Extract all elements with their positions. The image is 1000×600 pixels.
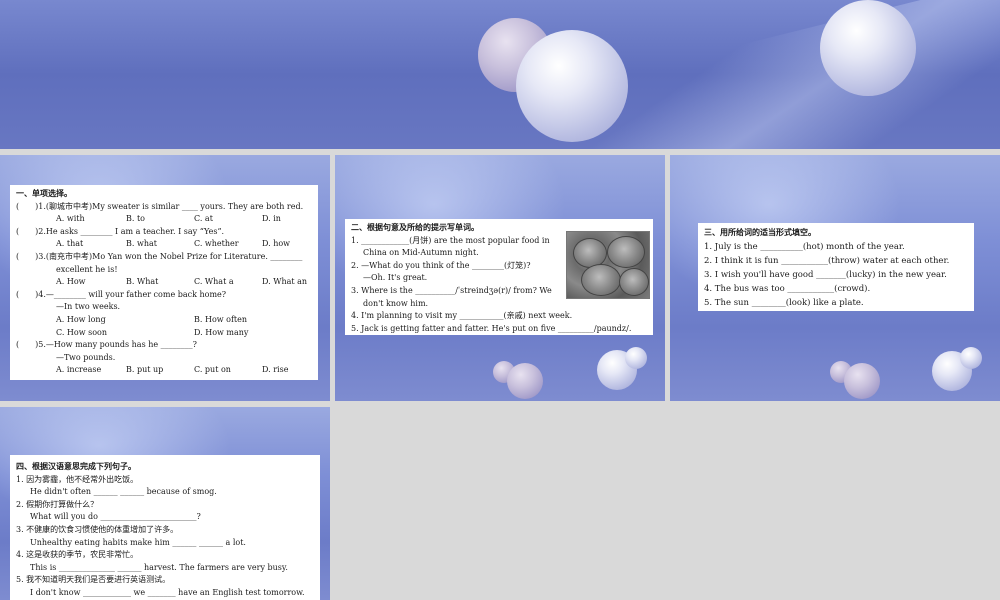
options-1: A. with B. to C. at D. in [16, 213, 312, 226]
section4-heading: 四、根据汉语意思完成下列句子。 [16, 462, 136, 471]
exercise-slide-4: 四、根据汉语意思完成下列句子。 1. 因为雾霾，他不经常外出吃饭。 He did… [0, 407, 330, 600]
s4-line-6: Unhealthy eating habits make him ______ … [30, 537, 246, 547]
s4-line-1: 1. 因为雾霾，他不经常外出吃饭。 [16, 474, 139, 484]
section2-card: 二、根据句意及所给的提示写单词。 1. ____________(月饼) are… [345, 219, 653, 335]
section4-card: 四、根据汉语意思完成下列句子。 1. 因为雾霾，他不经常外出吃饭。 He did… [10, 455, 320, 600]
option-c: C. at [194, 214, 213, 224]
sphere-decoration [960, 347, 982, 369]
s2-line-5: 3. Where is the __________/ˈstreindʒə(r)… [351, 285, 552, 295]
sphere-decoration-front [516, 30, 628, 142]
s2-line-2: China on Mid-Autumn night. [363, 248, 479, 258]
option-b: B. What [126, 277, 159, 287]
sphere-decoration-right [820, 0, 916, 96]
s4-line-2: He didn't often ______ ______ because of… [30, 487, 217, 497]
question-5-cont: —Two pounds. [56, 352, 116, 362]
s2-line-4: —Oh. It's great. [363, 273, 428, 283]
option-d: D. how [262, 239, 291, 249]
s2-line-6: don't know him. [363, 298, 429, 308]
option-a: A. increase [56, 365, 102, 375]
s2-line-8: 5. Jack is getting fatter and fatter. He… [351, 323, 632, 333]
question-5: ( )5.—How many pounds has he ________? [16, 339, 312, 352]
answer-paren[interactable]: ( ) [16, 227, 38, 236]
option-c: C. whether [194, 239, 239, 249]
option-c: C. What a [194, 277, 234, 287]
question-source: (聊城市中考) [45, 201, 93, 211]
s4-line-5: 3. 不健康的饮食习惯使他的体重增加了许多。 [16, 524, 179, 534]
option-b: B. How often [194, 314, 248, 324]
s2-line-1: 1. ____________(月饼) are the most popular… [351, 235, 550, 245]
question-4: ( )4.—________ will your father come bac… [16, 289, 312, 302]
option-b: B. what [126, 239, 157, 249]
s4-line-7: 4. 这是收获的季节，农民非常忙。 [16, 550, 139, 560]
answer-paren[interactable]: ( ) [16, 252, 38, 261]
question-source: (南充市中考) [45, 251, 93, 261]
sphere-decoration [625, 347, 647, 369]
question-4-cont: —In two weeks. [56, 302, 121, 312]
options-2: A. that B. what C. whether D. how [16, 238, 312, 251]
section1-heading: 一、单项选择。 [16, 189, 72, 198]
question-text: —How many pounds has he ________? [45, 340, 197, 350]
question-text: Mo Yan won the Nobel Prize for Literatur… [92, 251, 303, 261]
question-number: 5. [38, 340, 46, 350]
question-number: 4. [38, 289, 46, 299]
option-d: D. rise [262, 365, 289, 375]
question-number: 1. [38, 201, 46, 211]
option-d: D. What an [262, 277, 308, 287]
exercise-slide-3: 三、用所给词的适当形式填空。 1. July is the __________… [670, 155, 1000, 401]
section3-heading: 三、用所给词的适当形式填空。 [704, 228, 816, 237]
s3-line-4: 4. The bus was too ___________(crowd). [704, 284, 871, 294]
question-text: —________ will your father come back hom… [45, 289, 227, 299]
options-3: A. How B. What C. What a D. What an [16, 276, 312, 289]
section1-card: 一、单项选择。 ( )1.(聊城市中考)My sweater is simila… [10, 185, 318, 380]
question-number: 2. [38, 226, 46, 236]
options-4a: A. How long B. How often [16, 314, 312, 327]
s4-line-9: 5. 我不知道明天我们是否要进行英语测试。 [16, 575, 171, 585]
option-a: A. How [56, 277, 86, 287]
answer-paren[interactable]: ( ) [16, 290, 38, 299]
answer-paren[interactable]: ( ) [16, 202, 38, 211]
exercise-slide-1: 一、单项选择。 ( )1.(聊城市中考)My sweater is simila… [0, 155, 330, 401]
option-d: D. How many [194, 327, 249, 337]
answer-paren[interactable]: ( ) [16, 340, 38, 349]
s3-line-1: 1. July is the __________(hot) month of … [704, 242, 905, 252]
s4-line-4: What will you do _______________________… [30, 512, 201, 522]
option-d: D. in [262, 214, 281, 224]
options-5: A. increase B. put up C. put on D. rise [16, 364, 312, 377]
sphere-decoration [844, 363, 880, 399]
s3-line-3: 3. I wish you'll have good _______(lucky… [704, 270, 947, 280]
s4-line-3: 2. 假期你打算做什么？ [16, 499, 99, 509]
sphere-decoration [507, 363, 543, 399]
option-a: A. How long [56, 314, 106, 324]
s3-line-5: 5. The sun ________(look) like a plate. [704, 298, 864, 308]
s3-line-2: 2. I think it is fun ___________(throw) … [704, 256, 950, 266]
question-3: ( )3.(南充市中考)Mo Yan won the Nobel Prize f… [16, 251, 312, 264]
question-1: ( )1.(聊城市中考)My sweater is similar ____ y… [16, 201, 312, 214]
section3-card: 三、用所给词的适当形式填空。 1. July is the __________… [698, 223, 974, 311]
option-a: A. with [56, 214, 85, 224]
s2-line-7: 4. I'm planning to visit my ___________(… [351, 311, 573, 321]
question-2: ( )2.He asks ________ I am a teacher. I … [16, 226, 312, 239]
title-slide [0, 0, 1000, 149]
question-text: My sweater is similar ____ yours. They a… [92, 201, 304, 211]
options-4b: C. How soon D. How many [16, 327, 312, 340]
option-c: C. put on [194, 365, 231, 375]
question-number: 3. [38, 251, 46, 261]
s4-line-10: I don't know ____________ we _______ hav… [30, 587, 305, 597]
question-text: He asks ________ I am a teacher. I say “… [45, 226, 225, 236]
option-b: B. to [126, 214, 145, 224]
option-c: C. How soon [56, 327, 107, 337]
s4-line-8: This is ______________ ______ harvest. T… [30, 562, 288, 572]
section2-heading: 二、根据句意及所给的提示写单词。 [351, 223, 479, 232]
exercise-slide-2: 二、根据句意及所给的提示写单词。 1. ____________(月饼) are… [335, 155, 665, 401]
option-a: A. that [56, 239, 84, 249]
question-3-cont: excellent he is! [56, 264, 118, 274]
s2-line-3: 2. —What do you think of the ________(灯笼… [351, 260, 531, 270]
option-b: B. put up [126, 365, 164, 375]
